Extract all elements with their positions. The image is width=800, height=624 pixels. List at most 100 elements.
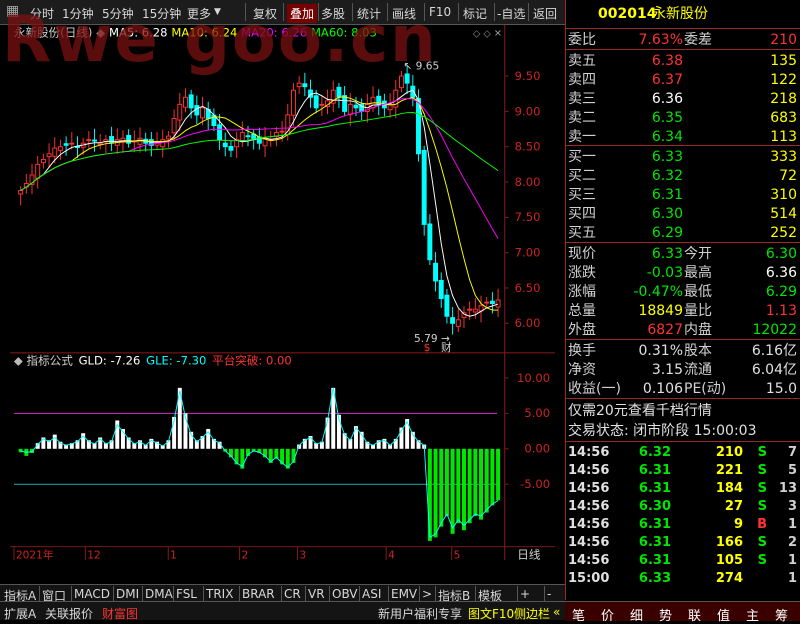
indicator-tab-2[interactable]: MACD — [74, 587, 110, 601]
panel-switch-2[interactable]: 细 — [630, 605, 643, 624]
tick-time: 14:56 — [568, 463, 610, 478]
indicator-bar — [234, 448, 239, 465]
new-user-promo[interactable]: 新用户福利专享 — [378, 605, 462, 622]
ask-label: 卖二 — [568, 110, 596, 126]
tick-side: S — [757, 481, 767, 496]
tick-row[interactable]: 14:56 6.30 27 S 3 — [566, 497, 800, 515]
tick-volume: 166 — [715, 535, 743, 550]
indicator-tab-13[interactable]: > — [422, 587, 432, 601]
panel-switch-0[interactable]: 笔 — [572, 605, 585, 624]
price-tick-label-1: 9.00 — [515, 104, 541, 118]
ask-volume: 218 — [770, 91, 797, 107]
status-tab-0[interactable]: 扩展A — [4, 605, 36, 622]
period-label[interactable]: 日线 — [517, 547, 541, 561]
stat-value: 6827 — [647, 322, 683, 338]
indicator-name[interactable]: 指标公式 — [27, 353, 74, 367]
candle — [245, 135, 251, 138]
candle — [427, 223, 433, 261]
stock-title-row: 002014 永新股份 — [566, 4, 800, 23]
tick-row[interactable]: 15:00 6.33 274 1 — [566, 569, 800, 587]
tick-row[interactable]: 14:56 6.31 166 S 2 — [566, 533, 800, 551]
weicha-value: 210 — [770, 32, 797, 48]
stat-value: -0.03 — [646, 265, 683, 281]
status-tab-1[interactable]: 关联报价 — [45, 605, 93, 622]
ask-level-5: 卖五 6.38 135 — [566, 51, 800, 70]
tab-divider — [203, 586, 204, 601]
panel-switch-3[interactable]: 势 — [659, 605, 672, 624]
indicator-tab-7[interactable]: BRAR — [242, 587, 275, 601]
bid-level-3: 买三 6.31 310 — [566, 185, 800, 204]
indicator-collapse-icon[interactable]: ◆ — [14, 353, 27, 367]
indicator-tab-6[interactable]: TRIX — [206, 587, 233, 601]
kline-chart[interactable]: 9.509.008.508.007.507.006.506.0010.005.0… — [0, 25, 565, 565]
indicator-tab-11[interactable]: ASI — [362, 587, 381, 601]
indicator-tab-12[interactable]: EMV — [391, 587, 417, 601]
panel-switch-5[interactable]: 值 — [717, 605, 730, 624]
ask-price: 6.38 — [651, 53, 683, 69]
timeline-label-6: 5 — [454, 549, 461, 561]
candle — [342, 95, 348, 112]
tick-price: 6.33 — [638, 571, 671, 586]
tick-row[interactable]: 14:56 6.31 9 B 1 — [566, 515, 800, 533]
ask-label: 卖四 — [568, 72, 596, 88]
indicator-bar — [427, 448, 432, 541]
bid-level-1: 买一 6.33 333 — [566, 147, 800, 166]
panel-switch-1[interactable]: 价 — [601, 605, 614, 624]
bid-volume: 252 — [770, 225, 797, 241]
watermark: Rwe goo.cn — [2, 3, 438, 77]
indicator-tab-16[interactable]: + — [520, 587, 530, 601]
toolbar-item-13[interactable]: 返回 — [533, 5, 557, 22]
level2-promo[interactable]: 仅需20元查看千档行情 — [568, 403, 712, 419]
indicator-tab-4[interactable]: DMA — [145, 587, 173, 601]
indicator-tab-5[interactable]: FSL — [176, 587, 197, 601]
tick-row[interactable]: 14:56 6.32 210 S 7 — [566, 443, 800, 461]
promo-row[interactable]: 仅需20元查看千档行情 — [566, 401, 800, 420]
ask-label: 卖三 — [568, 91, 596, 107]
indicator-tab-8[interactable]: CR — [284, 587, 301, 601]
bid-volume: 514 — [770, 206, 797, 222]
fund-label: 净资 — [568, 362, 596, 378]
status-tab-2[interactable]: 财富图 — [102, 605, 138, 622]
tick-row[interactable]: 14:56 6.31 221 S 5 — [566, 461, 800, 479]
fund-value: 3.15 — [651, 362, 683, 378]
indicator-bar — [52, 434, 57, 449]
dividend-marker-icon[interactable]: $ — [424, 342, 431, 354]
panel-switch-7[interactable]: 筹 — [775, 605, 788, 624]
status-link-0[interactable]: 图文F10 — [468, 605, 514, 622]
panel-switch-4[interactable]: 联 — [688, 605, 701, 624]
ask-volume: 683 — [770, 110, 797, 126]
toolbar-divider — [458, 3, 459, 21]
candle — [279, 130, 285, 133]
candle — [86, 139, 92, 142]
tick-row[interactable]: 14:56 6.31 184 S 13 — [566, 479, 800, 497]
tick-row[interactable]: 14:56 6.31 105 S 1 — [566, 551, 800, 569]
price-tick-label-0: 9.50 — [515, 69, 541, 83]
tick-side: B — [757, 517, 767, 532]
indicator-tab-3[interactable]: DMI — [116, 587, 139, 601]
finance-report-marker-icon[interactable]: 财 — [441, 341, 452, 354]
tick-side: S — [757, 463, 767, 478]
candle — [18, 190, 24, 195]
indicator-tab-17[interactable]: - — [547, 587, 551, 601]
candle — [239, 132, 245, 142]
fund-value: 0.106 — [642, 381, 683, 397]
stat-row: 涨跌 -0.03 最高 6.36 — [566, 263, 800, 282]
candle — [52, 147, 58, 157]
pane-settings-icon[interactable]: ◇ ◇ ✕ — [473, 29, 502, 40]
tick-count: 2 — [787, 535, 797, 550]
tab-divider — [544, 586, 545, 601]
toolbar-item-11[interactable]: 标记 — [463, 5, 487, 22]
tick-count: 5 — [787, 463, 797, 478]
status-link-1[interactable]: 侧边栏 — [514, 605, 550, 622]
tick-side: S — [757, 535, 767, 550]
indicator-bar — [456, 448, 461, 524]
ask-price: 6.36 — [651, 91, 683, 107]
toolbar-item-12[interactable]: -自选 — [497, 5, 525, 22]
indicator-tab-9[interactable]: VR — [308, 587, 325, 601]
candle — [194, 105, 200, 116]
indicator-tab-10[interactable]: OBV — [332, 587, 358, 601]
fund-value: 0.31% — [638, 343, 683, 359]
indicator-bar — [496, 448, 501, 501]
panel-switch-6[interactable]: 主 — [746, 605, 759, 624]
sidebar-arrow-icon[interactable]: « — [553, 605, 560, 619]
